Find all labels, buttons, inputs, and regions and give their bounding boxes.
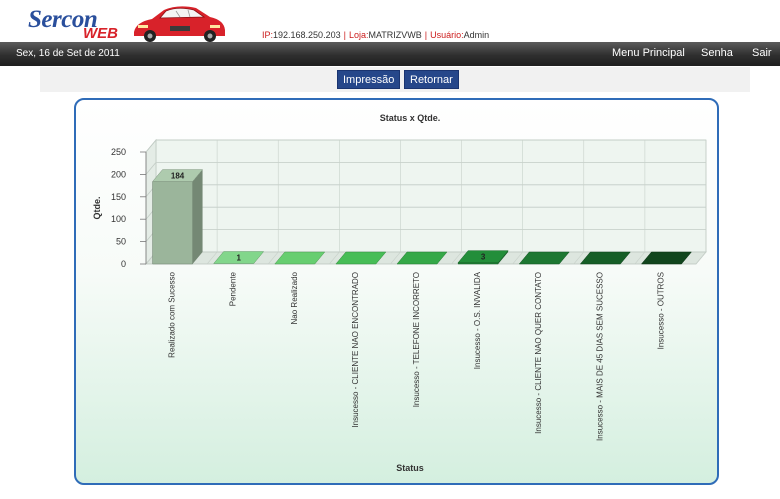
y-tick-label: 150 [111, 192, 126, 202]
bar-front [152, 181, 193, 265]
x-axis-label: Status [396, 463, 424, 473]
separator: | [343, 30, 346, 40]
car-image [134, 6, 225, 42]
current-date: Sex, 16 de Set de 2011 [16, 48, 120, 59]
y-tick-label: 100 [111, 214, 126, 224]
toolbar: Impressão Retornar [40, 67, 750, 92]
menu-principal-link[interactable]: Menu Principal [612, 47, 685, 59]
bar-value-label: 184 [171, 172, 185, 181]
usuario-label: Usuário: [430, 30, 464, 40]
y-tick-label: 0 [121, 259, 126, 269]
loja-value: MATRIZVWB [368, 30, 422, 40]
x-tick-label: Insucesso - CLIENTE NAO QUER CONTATO [534, 272, 543, 434]
sercon-logo[interactable]: Sercon WEB [28, 6, 120, 42]
senha-link[interactable]: Senha [701, 47, 733, 59]
loja-label: Loja: [348, 30, 369, 40]
logo-sub-text: WEB [83, 25, 118, 42]
usuario-value: Admin [463, 30, 490, 40]
connection-info: IP:192.168.250.203 | Loja:MATRIZVWB | Usuári… [262, 30, 489, 40]
impressao-button[interactable]: Impressão [337, 70, 401, 89]
bar-value-label: 1 [236, 254, 241, 263]
x-tick-label: Insucesso - OUTROS [656, 272, 665, 349]
y-tick-label: 250 [111, 147, 126, 157]
retornar-button[interactable]: Retornar [404, 70, 459, 89]
status-chart: Status x Qtde. Qtde. Status 0 50 100 150 200… [92, 113, 707, 473]
x-tick-label: Insucesso - O.S. INVALIDA [473, 271, 482, 369]
bar-side [192, 169, 203, 264]
x-tick-label: Insucesso - CLIENTE NAO ENCONTRADO [351, 272, 360, 428]
x-tick-label: Insucesso - TELEFONE INCORRETO [412, 272, 421, 407]
bar-value-label: 3 [481, 253, 486, 262]
x-tick-label: Nao Realizado [290, 271, 299, 324]
ip-label: IP: [262, 30, 274, 40]
y-tick-label: 200 [111, 169, 126, 179]
y-axis-label: Qtde. [92, 196, 102, 219]
chart-panel: Status x Qtde. Qtde. Status 0 50 100 150 200… [74, 98, 719, 485]
chart-title: Status x Qtde. [380, 113, 441, 123]
sair-link[interactable]: Sair [752, 47, 772, 59]
x-tick-label: Realizado com Sucesso [168, 271, 177, 357]
x-tick-label: Pendente [229, 271, 238, 306]
ip-value: 192.168.250.203 [273, 30, 341, 40]
y-tick-label: 50 [116, 237, 126, 247]
separator: | [424, 30, 428, 40]
header: Sercon WEB IP:192.168.250.203 | Loja:MATRI… [0, 0, 780, 42]
navbar: Sex, 16 de Set de 2011 Menu Principal Se… [0, 42, 780, 66]
x-tick-label: Insucesso - MAIS DE 45 DIAS SEM SUCESSO [595, 272, 604, 441]
chart-back-wall [155, 139, 707, 253]
